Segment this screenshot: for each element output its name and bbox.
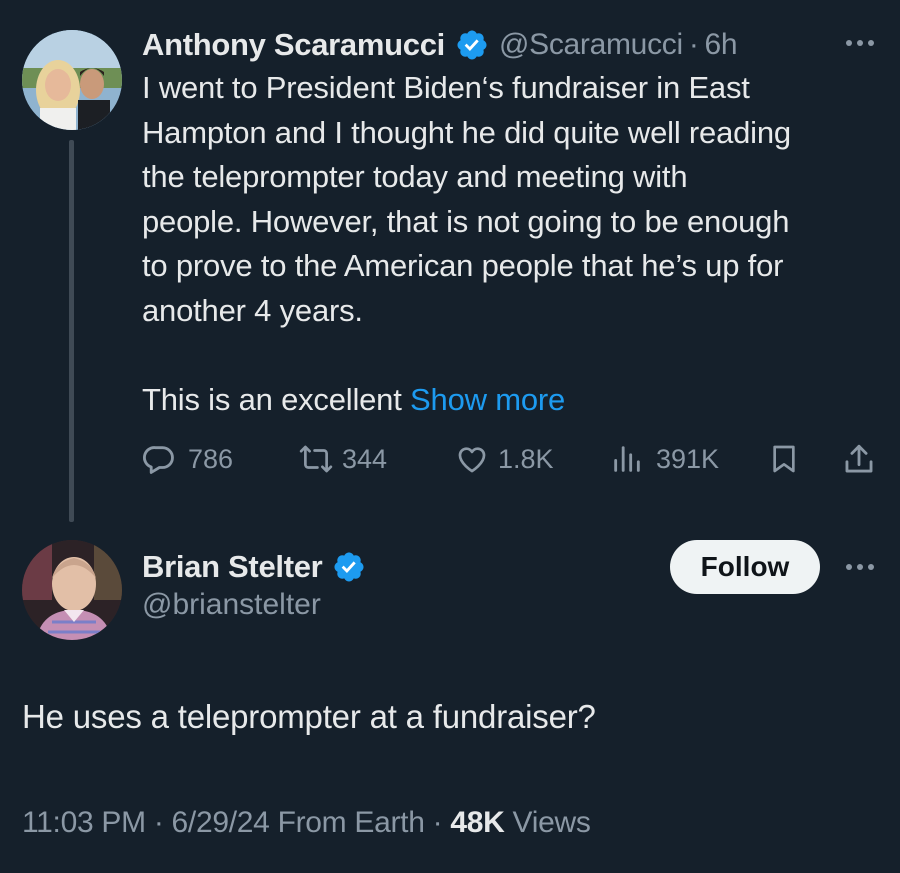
reply-bubble-icon — [142, 442, 176, 476]
parent-tweet-header: Anthony Scaramucci @Scaramucci · 6h — [142, 22, 738, 68]
avatar-stelter[interactable] — [22, 540, 122, 640]
bookmark-icon — [768, 442, 800, 476]
reply-action[interactable]: 786 — [142, 436, 233, 482]
tweet-meta: 11:03 PM · 6/29/24 From Earth · 48K View… — [22, 806, 591, 840]
reply-author-name[interactable]: Brian Stelter — [142, 549, 323, 585]
heart-icon — [454, 442, 490, 476]
separator-dot: · — [688, 28, 699, 61]
repost-count: 344 — [342, 443, 388, 474]
views-action[interactable]: 391K — [610, 436, 719, 482]
like-action[interactable]: 1.8K — [454, 436, 554, 482]
text-line: another 4 years. — [142, 292, 363, 328]
tweet-actions-bar: 786 344 1.8K 391K — [142, 436, 882, 482]
verified-badge-icon — [455, 28, 489, 62]
like-count: 1.8K — [498, 443, 554, 474]
show-more-link[interactable]: Show more — [410, 382, 565, 417]
timestamp[interactable]: 11:03 PM · 6/29/24 From Earth · — [22, 806, 450, 839]
follow-button[interactable]: Follow — [670, 540, 820, 594]
text-line: people. However, that is not going to be… — [142, 203, 790, 239]
author-handle[interactable]: @Scaramucci — [499, 28, 683, 62]
reply-tweet-header: Brian Stelter — [142, 544, 366, 590]
verified-badge-icon — [332, 550, 366, 584]
text-line-tail: This is an excellent Show more — [142, 378, 892, 423]
tweet-time[interactable]: 6h — [705, 28, 738, 62]
more-dots-icon[interactable] — [846, 564, 874, 570]
repost-action[interactable]: 344 — [298, 436, 387, 482]
text-line: to prove to the American people that he’… — [142, 248, 784, 284]
text-line: Hampton and I thought he did quite well … — [142, 114, 791, 150]
views-label: Views — [504, 806, 591, 839]
reply-tweet-text: He uses a teleprompter at a fundraiser? — [22, 698, 596, 735]
repost-icon — [298, 442, 334, 476]
text-line: the teleprompter today and meeting with — [142, 159, 688, 195]
bar-chart-icon — [610, 442, 644, 476]
reply-count: 786 — [188, 443, 234, 474]
tweet-screenshot: Anthony Scaramucci @Scaramucci · 6h I we… — [0, 0, 900, 873]
reply-views-count: 48K — [450, 806, 505, 839]
more-dots-icon[interactable] — [846, 40, 874, 46]
author-name[interactable]: Anthony Scaramucci — [142, 27, 445, 63]
views-count: 391K — [656, 443, 720, 474]
bookmark-action[interactable] — [768, 436, 800, 482]
thread-connector-line — [69, 140, 74, 522]
text-tail: This is an excellent — [142, 382, 411, 418]
avatar-scaramucci[interactable] — [22, 30, 122, 130]
share-action[interactable] — [842, 436, 876, 482]
share-icon — [842, 442, 876, 476]
reply-author-handle[interactable]: @brianstelter — [142, 588, 321, 622]
text-line: I went to President Biden‘s fundraiser i… — [142, 70, 750, 105]
parent-tweet-text: I went to President Biden‘s fundraiser i… — [142, 66, 892, 423]
